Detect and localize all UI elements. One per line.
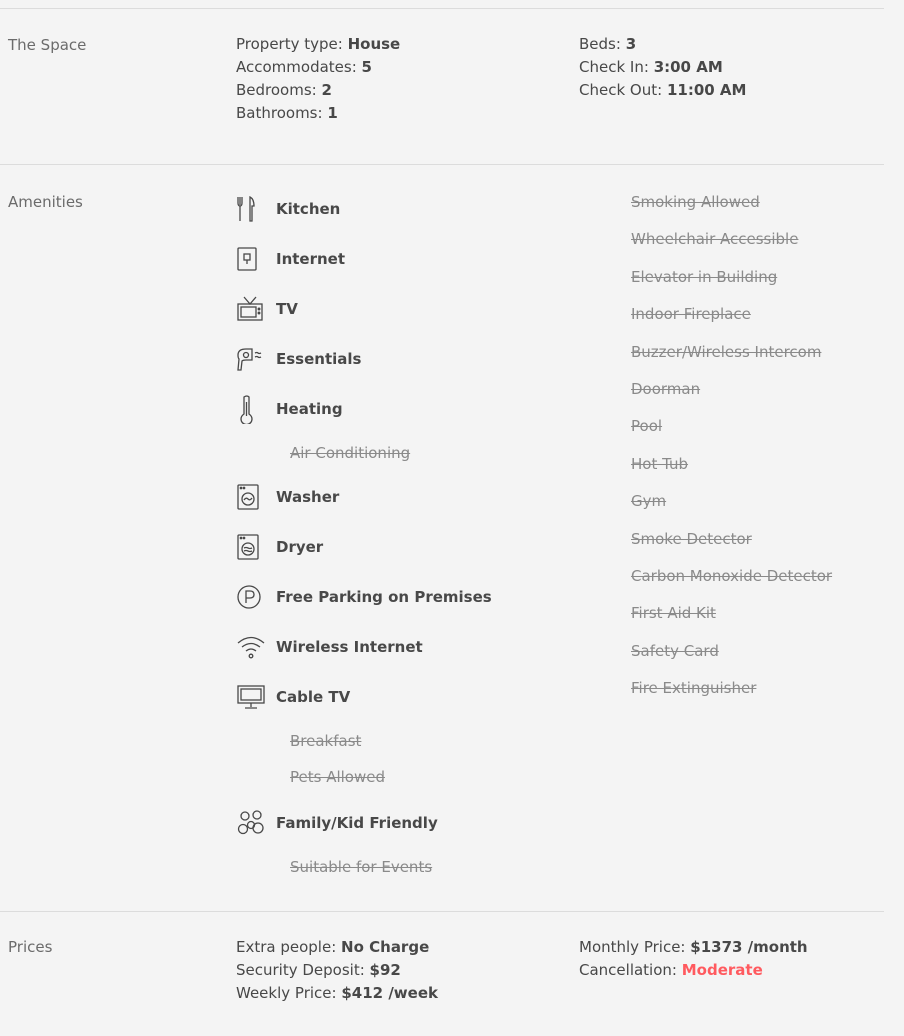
unavailable-amenity-item: Buzzer/Wireless Intercom	[631, 343, 822, 361]
unavailable-amenity-item: Smoke Detector	[631, 530, 752, 548]
cancellation-row: Cancellation: Moderate	[579, 961, 763, 979]
section-label-amenities: Amenities	[8, 193, 83, 211]
thermometer-icon	[236, 394, 276, 424]
amenity-dryer: Dryer	[236, 532, 323, 562]
amenity-cable-tv: Cable TV	[236, 682, 350, 712]
cable-tv-icon	[236, 682, 276, 712]
amenity-kitchen: Kitchen	[236, 194, 340, 224]
weekly-price-row: Weekly Price: $412 /week	[236, 984, 438, 1002]
prices-col-right: Monthly Price: $1373 /month Cancellation…	[579, 936, 808, 982]
bedrooms-row: Bedrooms: 2	[236, 81, 332, 99]
section-label-prices: Prices	[8, 938, 53, 956]
unavailable-amenity-item: Wheelchair Accessible	[631, 230, 799, 248]
unavailable-amenity-item: Hot Tub	[631, 455, 689, 473]
amenity-washer: Washer	[236, 482, 339, 512]
unavailable-amenity-item: Fire Extinguisher	[631, 679, 757, 697]
amenity-breakfast: Breakfast	[290, 732, 362, 750]
prices-col-left: Extra people: No Charge Security Deposit…	[236, 936, 438, 1005]
hairdryer-icon	[236, 344, 276, 374]
beds-row: Beds: 3	[579, 35, 637, 53]
bathrooms-row: Bathrooms: 1	[236, 104, 338, 122]
monthly-price-row: Monthly Price: $1373 /month	[579, 938, 808, 956]
tv-icon	[236, 294, 276, 324]
space-divider	[0, 164, 884, 165]
dryer-icon	[236, 532, 276, 562]
amenity-suitable-for-events: Suitable for Events	[290, 858, 433, 876]
checkin-row: Check In: 3:00 AM	[579, 58, 723, 76]
amenity-internet: Internet	[236, 244, 345, 274]
section-label-space: The Space	[8, 36, 87, 54]
space-col-right: Beds: 3 Check In: 3:00 AM Check Out: 11:…	[579, 33, 746, 102]
unavailable-amenity-item: First Aid Kit	[631, 604, 716, 622]
top-divider	[0, 8, 884, 9]
unavailable-amenity-item: Indoor Fireplace	[631, 305, 751, 323]
accommodates-row: Accommodates: 5	[236, 58, 372, 76]
checkout-row: Check Out: 11:00 AM	[579, 81, 747, 99]
amenity-pets-allowed: Pets Allowed	[290, 768, 385, 786]
family-icon	[236, 808, 276, 838]
unavailable-amenity-item: Elevator in Building	[631, 268, 778, 286]
extra-people-row: Extra people: No Charge	[236, 938, 430, 956]
security-deposit-row: Security Deposit: $92	[236, 961, 401, 979]
washer-icon	[236, 482, 276, 512]
kitchen-icon	[236, 194, 276, 224]
unavailable-amenity-item: Pool	[631, 417, 663, 435]
unavailable-amenity-item: Gym	[631, 492, 667, 510]
amenity-heating: Heating	[236, 394, 343, 424]
space-col-left: Property type: House Accommodates: 5 Bed…	[236, 33, 400, 125]
amenity-tv: TV	[236, 294, 298, 324]
amenity-essentials: Essentials	[236, 344, 361, 374]
internet-icon	[236, 244, 276, 274]
property-type-row: Property type: House	[236, 35, 401, 53]
wifi-icon	[236, 632, 276, 662]
unavailable-amenity-item: Smoking Allowed	[631, 193, 760, 211]
amenity-wireless-internet: Wireless Internet	[236, 632, 423, 662]
parking-icon	[236, 582, 276, 612]
amenity-family-kid-friendly: Family/Kid Friendly	[236, 808, 438, 838]
unavailable-amenity-item: Doorman	[631, 380, 701, 398]
amenity-free-parking: Free Parking on Premises	[236, 582, 492, 612]
unavailable-amenity-item: Carbon Monoxide Detector	[631, 567, 833, 585]
unavailable-amenity-item: Safety Card	[631, 642, 719, 660]
amenities-divider	[0, 911, 884, 912]
cancellation-policy-link[interactable]: Moderate	[682, 961, 763, 979]
amenity-air-conditioning: Air Conditioning	[290, 444, 411, 462]
